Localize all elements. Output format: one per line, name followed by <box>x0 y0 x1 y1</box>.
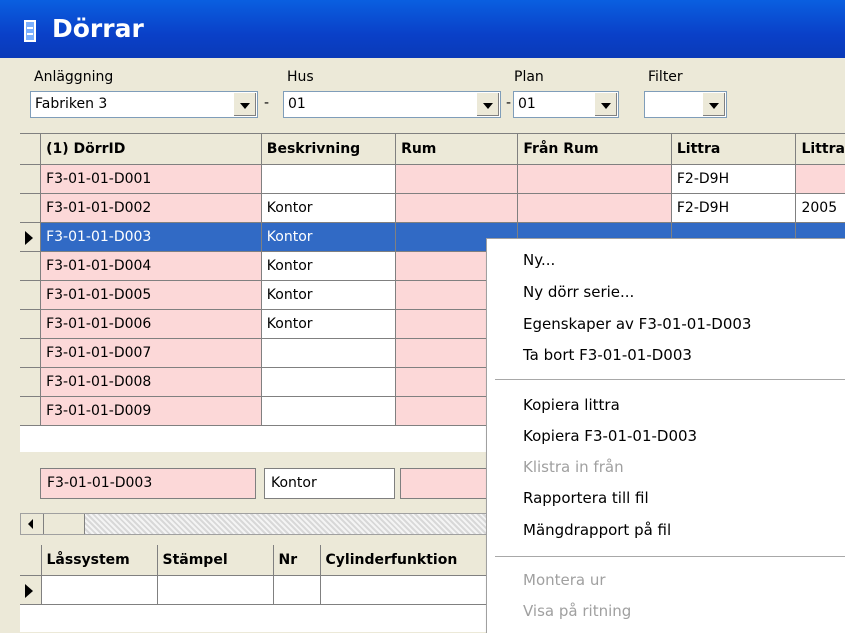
menu-item[interactable]: Kopiera F3-01-01-D003 <box>523 427 697 445</box>
menu-separator <box>495 556 845 557</box>
table-cell[interactable]: Kontor <box>261 222 397 252</box>
detail-rum-field[interactable] <box>400 468 490 499</box>
table-cell[interactable]: F3-01-01-D004 <box>40 251 262 281</box>
filter-combo[interactable] <box>644 91 727 118</box>
table-cell[interactable] <box>395 164 519 194</box>
anlaggning-value: Fabriken 3 <box>35 96 108 112</box>
row-header[interactable] <box>20 309 42 339</box>
table-header-row: Låssystem Stämpel Nr Cylinderfunktion <box>20 545 491 576</box>
table-cell[interactable]: F3-01-01-D001 <box>40 164 262 194</box>
menu-item[interactable]: Ny... <box>523 251 555 269</box>
scroll-thumb[interactable] <box>44 514 85 534</box>
table-cell[interactable]: F2-D9H <box>671 164 797 194</box>
window-title: Dörrar <box>52 14 144 43</box>
context-menu[interactable]: Ny... Ny dörr serie... Egenskaper av F3-01… <box>486 238 845 633</box>
table-cell[interactable]: F3-01-01-D003 <box>40 222 262 252</box>
table-row[interactable]: F3-01-01-D002 Kontor F2-D9H 2005 <box>20 193 845 223</box>
table-header-row: (1) DörrID Beskrivning Rum Från Rum Litt… <box>20 134 845 165</box>
row-header[interactable] <box>20 222 42 252</box>
anlaggning-label: Anläggning <box>34 69 114 85</box>
lock-table: Låssystem Stämpel Nr Cylinderfunktion <box>20 545 491 605</box>
table-cell[interactable] <box>41 575 158 605</box>
column-header[interactable]: Från Rum <box>517 134 672 165</box>
detail-id-field[interactable]: F3-01-01-D003 <box>40 468 256 499</box>
row-header[interactable] <box>20 251 42 281</box>
table-row[interactable] <box>20 575 491 605</box>
table-cell[interactable] <box>795 164 845 194</box>
menu-item: Visa på ritning <box>523 602 632 620</box>
menu-item[interactable]: Rapportera till fil <box>523 489 649 507</box>
dash-separator: - <box>264 95 270 111</box>
table-cell[interactable] <box>261 396 397 426</box>
anlaggning-combo[interactable]: Fabriken 3 <box>30 91 258 118</box>
table-cell[interactable]: F3-01-01-D005 <box>40 280 262 310</box>
menu-item: Montera ur <box>523 571 606 589</box>
column-header[interactable]: Låssystem <box>41 545 158 576</box>
table-cell[interactable] <box>157 575 274 605</box>
row-header[interactable] <box>20 338 42 368</box>
row-header-corner <box>20 545 42 576</box>
column-header[interactable]: Cylinderfunktion <box>320 545 491 576</box>
table-cell[interactable] <box>261 338 397 368</box>
chevron-down-icon[interactable] <box>702 93 725 116</box>
table-cell[interactable]: 2005 <box>795 193 845 223</box>
plan-label: Plan <box>514 69 544 85</box>
table-cell[interactable]: Kontor <box>261 309 397 339</box>
row-header[interactable] <box>20 575 42 605</box>
table-cell[interactable]: F3-01-01-D008 <box>40 367 262 397</box>
chevron-down-icon[interactable] <box>594 93 617 116</box>
plan-value: 01 <box>518 96 536 112</box>
column-header[interactable]: Littra <box>671 134 797 165</box>
menu-separator <box>495 379 845 380</box>
column-header[interactable]: Stämpel <box>157 545 274 576</box>
table-cell[interactable] <box>517 164 672 194</box>
row-header[interactable] <box>20 164 42 194</box>
column-header[interactable]: Nr <box>273 545 321 576</box>
window-icon[interactable] <box>24 20 36 42</box>
chevron-down-icon[interactable] <box>476 93 499 116</box>
table-cell[interactable]: Kontor <box>261 193 397 223</box>
hus-value: 01 <box>288 96 306 112</box>
table-cell[interactable]: F3-01-01-D002 <box>40 193 262 223</box>
menu-item[interactable]: Ny dörr serie... <box>523 283 634 301</box>
column-header[interactable]: Rum <box>395 134 519 165</box>
table-cell[interactable]: F3-01-01-D006 <box>40 309 262 339</box>
scroll-left-icon[interactable] <box>21 514 44 534</box>
table-cell[interactable] <box>261 367 397 397</box>
table-cell[interactable]: Kontor <box>261 251 397 281</box>
column-header[interactable]: Littra <box>795 134 845 165</box>
row-header[interactable] <box>20 396 42 426</box>
row-header-corner <box>20 134 42 165</box>
detail-desc-field[interactable]: Kontor <box>264 468 395 499</box>
column-header[interactable]: (1) DörrID <box>40 134 262 165</box>
table-cell[interactable] <box>273 575 321 605</box>
menu-item[interactable]: Mängdrapport på fil <box>523 521 671 539</box>
table-cell[interactable] <box>517 193 672 223</box>
dash-separator: - <box>506 95 512 111</box>
table-row[interactable]: F3-01-01-D001 F2-D9H <box>20 164 845 194</box>
table-cell[interactable] <box>395 193 519 223</box>
table-cell[interactable]: F3-01-01-D007 <box>40 338 262 368</box>
current-row-arrow-icon <box>25 230 33 245</box>
hus-combo[interactable]: 01 <box>283 91 501 118</box>
hus-label: Hus <box>287 69 314 85</box>
row-header[interactable] <box>20 367 42 397</box>
table-cell[interactable] <box>320 575 491 605</box>
table-cell[interactable]: F3-01-01-D009 <box>40 396 262 426</box>
table-cell[interactable] <box>261 164 397 194</box>
table-cell[interactable]: F2-D9H <box>671 193 797 223</box>
menu-item[interactable]: Egenskaper av F3-01-01-D003 <box>523 315 751 333</box>
plan-combo[interactable]: 01 <box>513 91 619 118</box>
table-cell[interactable]: Kontor <box>261 280 397 310</box>
filter-label: Filter <box>648 69 683 85</box>
menu-item: Klistra in från <box>523 458 624 476</box>
column-header[interactable]: Beskrivning <box>261 134 397 165</box>
menu-item[interactable]: Ta bort F3-01-01-D003 <box>523 346 692 364</box>
menu-item[interactable]: Kopiera littra <box>523 396 620 414</box>
current-row-arrow-icon <box>25 583 33 598</box>
row-header[interactable] <box>20 280 42 310</box>
chevron-down-icon[interactable] <box>233 93 256 116</box>
title-bar[interactable]: Dörrar <box>0 0 845 58</box>
row-header[interactable] <box>20 193 42 223</box>
